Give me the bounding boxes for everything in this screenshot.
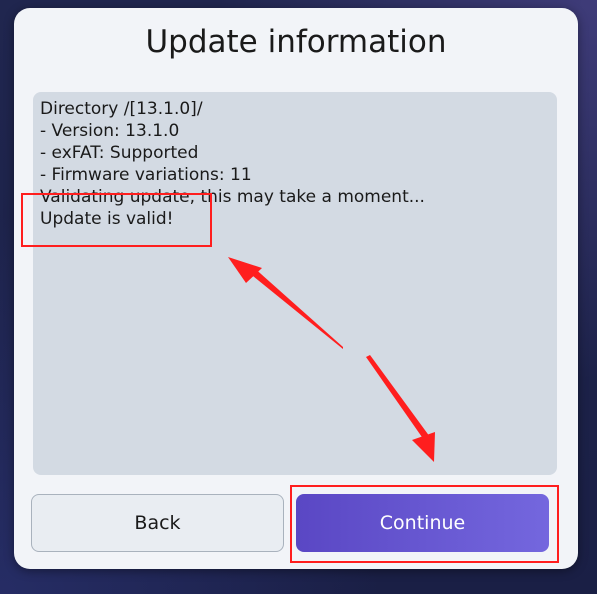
log-line-version: - Version: 13.1.0 — [40, 121, 180, 141]
dialog-title: Update information — [145, 24, 447, 60]
back-button[interactable]: Back — [31, 494, 284, 552]
annotation-highlight-valid — [21, 193, 212, 247]
log-line-directory: Directory /[13.1.0]/ — [40, 99, 203, 119]
log-line-exfat: - exFAT: Supported — [40, 143, 199, 163]
annotation-highlight-continue — [290, 485, 559, 563]
update-log-panel: Directory /[13.1.0]/ - Version: 13.1.0 -… — [33, 92, 557, 475]
log-line-firmware-variations: - Firmware variations: 11 — [40, 165, 252, 185]
